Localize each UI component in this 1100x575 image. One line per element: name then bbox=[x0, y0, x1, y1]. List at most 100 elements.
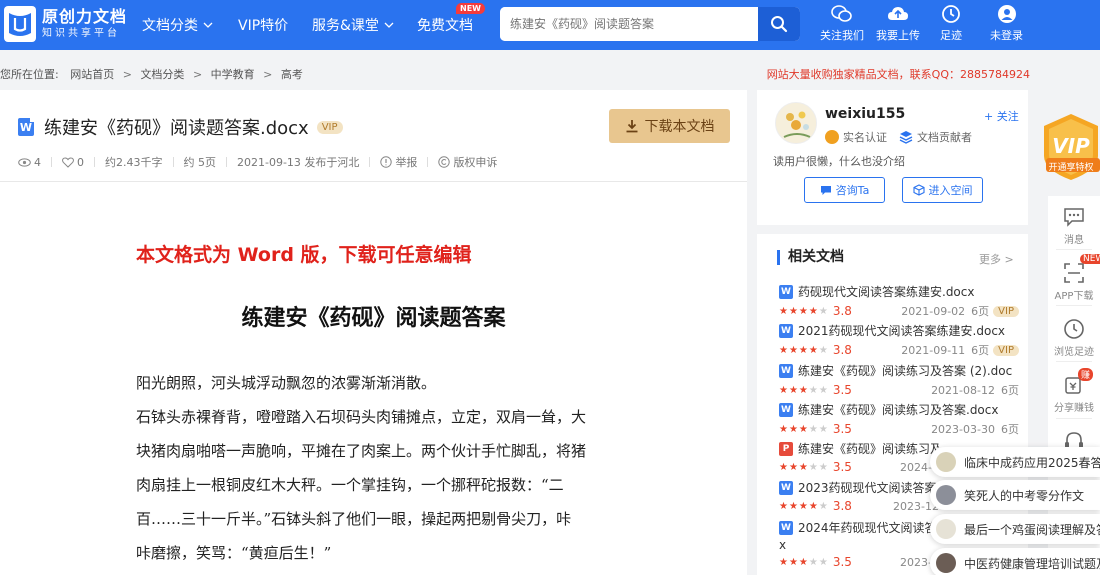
site-logo[interactable]: 原创力文档 知识共享平台 bbox=[4, 6, 127, 42]
view-count: 4 bbox=[18, 156, 41, 169]
related-item[interactable]: W 2024年药砚现代文阅读答 x ★★★★★ 3.5 2023-1 bbox=[779, 519, 939, 569]
vip-promo-badge[interactable]: VIP 开通享特权 bbox=[1040, 112, 1100, 182]
new-badge: NEW bbox=[456, 3, 485, 14]
vip-badge: VIP bbox=[316, 120, 343, 134]
nav-vip-deals[interactable]: VIP特价 bbox=[238, 15, 288, 35]
breadcrumb: 您所在位置: 网站首页 > 文档分类 > 中学教育 > 高考 bbox=[0, 66, 303, 82]
brand-subtitle: 知识共享平台 bbox=[42, 28, 120, 39]
rating-stars: ★★★★★ bbox=[779, 461, 829, 473]
suggestion-text: 笑死人的中考零分作文 bbox=[964, 488, 1085, 503]
related-title: 2023药砚现代文阅读答案 bbox=[798, 481, 937, 495]
related-date: 2021-09-02 bbox=[901, 304, 966, 318]
cloud-upload-icon bbox=[888, 7, 908, 20]
rating-stars: ★★★★★ bbox=[779, 423, 829, 435]
related-pages: 6页 bbox=[1001, 423, 1019, 436]
rating-score: 3.8 bbox=[832, 304, 852, 318]
follow-button[interactable]: + 关注 bbox=[984, 108, 1019, 124]
breadcrumb-home[interactable]: 网站首页 bbox=[70, 68, 114, 81]
related-pages: 6页 bbox=[971, 344, 990, 357]
nav-label: 免费文档 bbox=[417, 18, 473, 34]
related-date: 2023-03-30 bbox=[931, 422, 995, 436]
sidebar-history[interactable]: 浏览足迹 bbox=[1048, 318, 1100, 358]
related-item[interactable]: P练建安《药砚》阅读练习及答案.pdf ★★★★★3.52024-0 bbox=[779, 440, 939, 474]
suggestion-text: 临床中成药应用2025春答案 bbox=[964, 455, 1100, 470]
verified-icon bbox=[825, 130, 839, 144]
author-name[interactable]: weixiu155 bbox=[825, 106, 905, 122]
word-file-icon: W bbox=[18, 117, 35, 136]
nav-free-docs[interactable]: 免费文档 bbox=[417, 15, 473, 35]
related-item[interactable]: W 药砚现代文阅读答案练建安.docx ★★★★★ 3.8 2021-09-02 6页 V… bbox=[779, 283, 1019, 319]
qr-scan-icon bbox=[1064, 263, 1084, 283]
avatar bbox=[936, 452, 956, 472]
breadcrumb-middle-school[interactable]: 中学教育 bbox=[211, 68, 255, 81]
related-pages: 6页 bbox=[1001, 384, 1019, 397]
copyright-button[interactable]: 版权申诉 bbox=[438, 154, 497, 170]
related-title: 练建安《药砚》阅读练习及答案 (2).doc bbox=[798, 364, 1013, 378]
history-button[interactable]: 足迹 bbox=[940, 4, 962, 43]
search-button[interactable] bbox=[758, 7, 800, 41]
rating-score: 3.8 bbox=[832, 343, 852, 357]
contributor-label: 文档贡献者 bbox=[917, 131, 972, 144]
paragraph: 石钵头赤裸脊背，噔噔踏入石坝码头肉铺摊点，立定，双肩一耸，大 bbox=[136, 408, 587, 426]
chevron-down-icon bbox=[203, 22, 213, 28]
suggestion-popup[interactable]: 临床中成药应用2025春答案 bbox=[930, 447, 1100, 477]
word-format-notice: 本文格式为 Word 版，下载可任意编辑 bbox=[136, 244, 472, 266]
like-button[interactable]: 0 bbox=[62, 156, 84, 169]
user-icon bbox=[997, 5, 1016, 23]
nav-doc-categories[interactable]: 文档分类 bbox=[142, 15, 213, 35]
action-label: 我要上传 bbox=[876, 29, 920, 42]
sidebar-messages[interactable]: 消息 bbox=[1048, 206, 1100, 246]
related-more-link[interactable]: 更多 > bbox=[979, 251, 1014, 267]
consult-button[interactable]: 咨询Ta bbox=[804, 177, 885, 203]
suggestion-popup[interactable]: 最后一个鸡蛋阅读理解及答案 bbox=[930, 514, 1100, 544]
sidebar-app-download[interactable]: APP下载 bbox=[1048, 262, 1100, 302]
related-item[interactable]: W 2021药砚现代文阅读答案练建安.docx ★★★★★ 3.8 2021-09-1… bbox=[779, 322, 1019, 358]
report-button[interactable]: 举报 bbox=[380, 154, 417, 170]
word-file-icon: W bbox=[779, 480, 793, 495]
login-button[interactable]: 未登录 bbox=[990, 4, 1023, 43]
heart-icon bbox=[62, 156, 74, 168]
related-item[interactable]: W 练建安《药砚》阅读练习及答案.docx ★★★★★ 3.5 2023-03-30 6… bbox=[779, 401, 1019, 437]
related-title: 2024年药砚现代文阅读答 bbox=[798, 521, 937, 535]
sidebar-share-earn[interactable]: 分享赚钱 bbox=[1048, 374, 1100, 414]
brand-title: 原创力文档 bbox=[42, 7, 128, 26]
related-item[interactable]: W 练建安《药砚》阅读练习及答案 (2).doc ★★★★★ 3.5 2021-08-… bbox=[779, 362, 1019, 398]
author-badges: 实名认证 文档贡献者 bbox=[825, 129, 972, 145]
verified-label: 实名认证 bbox=[843, 131, 887, 144]
paragraph: 阳光朗照，河头城浮动飘忽的浓雾渐渐消散。 bbox=[136, 374, 437, 392]
suggestion-popup[interactable]: 中医药健康管理培训试题及答 bbox=[930, 548, 1100, 575]
document-title: 练建安《药砚》阅读题答案.docx bbox=[44, 118, 309, 139]
breadcrumb-categories[interactable]: 文档分类 bbox=[140, 68, 184, 81]
related-item[interactable]: W 2023药砚现代文阅读答案 ★★★★★ 3.8 2023-12 bbox=[779, 479, 939, 513]
message-icon bbox=[1064, 208, 1084, 227]
suggestion-popup[interactable]: 笑死人的中考零分作文 bbox=[930, 480, 1100, 510]
breadcrumb-prefix: 您所在位置: bbox=[0, 68, 59, 81]
flower-avatar-icon bbox=[776, 103, 816, 143]
breadcrumb-gaokao[interactable]: 高考 bbox=[281, 68, 303, 81]
suggestion-text: 最后一个鸡蛋阅读理解及答案 bbox=[964, 522, 1100, 537]
new-badge: NEW bbox=[1080, 254, 1100, 264]
breadcrumb-separator: > bbox=[122, 68, 132, 81]
upload-button[interactable]: 我要上传 bbox=[876, 4, 920, 43]
footprint-icon bbox=[942, 5, 960, 23]
download-label: 下载本文档 bbox=[644, 119, 715, 135]
rating-score: 3.5 bbox=[832, 555, 852, 569]
paragraph: 肉扇挂上一根铜皮红木大秤。一个掌挂钩，一个挪秤砣报数：“二 bbox=[136, 476, 564, 494]
author-card: weixiu155 + 关注 实名认证 文档贡献者 读用户很懒，什么也没介绍 咨… bbox=[757, 90, 1028, 225]
document-meta: 4 0 约2.43千字 约 5页 2021-09-13 发布于河北 举报 版权申… bbox=[18, 154, 497, 170]
rating-stars: ★★★★★ bbox=[779, 305, 829, 317]
breadcrumb-separator: > bbox=[192, 68, 203, 81]
avatar[interactable] bbox=[775, 102, 817, 144]
sidebar-label: 消息 bbox=[1064, 235, 1084, 246]
download-button[interactable]: 下载本文档 bbox=[609, 109, 730, 143]
follow-us-button[interactable]: 关注我们 bbox=[820, 4, 864, 43]
search-input[interactable] bbox=[500, 7, 758, 41]
visit-space-button[interactable]: 进入空间 bbox=[902, 177, 983, 203]
related-heading: 相关文档 bbox=[777, 250, 844, 265]
rating-stars: ★★★★★ bbox=[779, 384, 829, 396]
related-title-cont: x bbox=[779, 538, 787, 552]
publish-date: 2021-09-13 发布于河北 bbox=[237, 156, 360, 169]
document-heading: 练建安《药砚》阅读题答案 bbox=[241, 305, 506, 331]
nav-services[interactable]: 服务&课堂 bbox=[312, 15, 394, 35]
qq-purchase-notice[interactable]: 网站大量收购独家精品文档，联系QQ：2885784924 bbox=[767, 66, 1030, 82]
